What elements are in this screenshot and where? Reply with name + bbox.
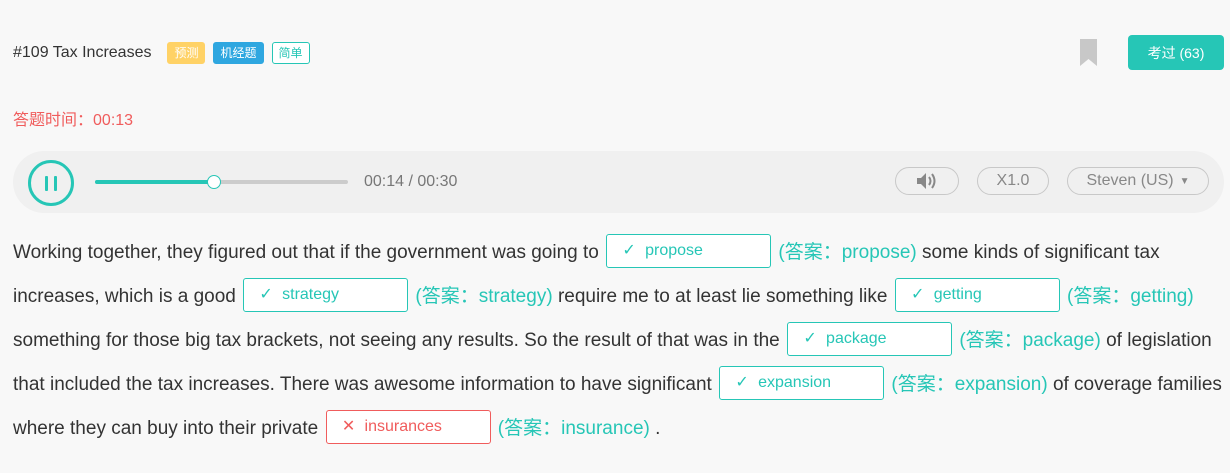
passage-end: . (655, 418, 661, 439)
answer-hint: (答案：getting) (1067, 286, 1194, 307)
answer-timer: 答题时间：00:13 (13, 106, 133, 130)
blank-input-1[interactable]: ✓ propose (606, 233, 772, 268)
answer-hint: (答案：insurance) (497, 418, 650, 439)
pause-icon (45, 175, 48, 191)
blank-input-4[interactable]: ✓ package (787, 321, 953, 356)
blank-input-3[interactable]: ✓ getting (894, 277, 1060, 312)
progress-fill (95, 180, 214, 184)
passage-segment: something for those big tax brackets, no… (13, 330, 780, 351)
audio-player: 00:14 / 00:30 X1.0 Steven (US) ▼ (13, 151, 1224, 213)
blank-value: insurances (364, 417, 442, 435)
passage-text: Working together, they figured out that … (13, 231, 1225, 451)
volume-icon (917, 173, 936, 189)
blank-value: getting (933, 285, 982, 303)
blank-value: expansion (758, 373, 832, 391)
cross-icon: ✕ (341, 417, 356, 435)
playback-time: 00:14 / 00:30 (364, 173, 458, 190)
tag-difficulty: 简单 (271, 42, 310, 64)
progress-thumb[interactable] (206, 175, 221, 189)
progress-track[interactable] (95, 175, 348, 189)
answer-hint: (答案：package) (959, 330, 1101, 351)
tag-predict: 预测 (167, 42, 206, 64)
passage-segment: require me to at least lie something lik… (557, 286, 888, 307)
pause-button[interactable] (28, 160, 74, 206)
bookmark-icon[interactable] (1080, 39, 1097, 66)
timer-value: 00:13 (93, 112, 134, 129)
blank-input-2[interactable]: ✓ strategy (243, 277, 409, 312)
blank-value: package (826, 329, 887, 347)
passage-segment: Working together, they figured out that … (13, 242, 599, 263)
voice-select[interactable]: Steven (US) ▼ (1067, 167, 1209, 195)
blank-input-5[interactable]: ✓ expansion (719, 365, 885, 400)
question-header: #109 Tax Increases 预测 机经题 简单 (13, 40, 318, 66)
answer-hint: (答案：strategy) (415, 286, 553, 307)
question-title: #109 Tax Increases (13, 44, 152, 61)
caret-down-icon: ▼ (1179, 175, 1190, 187)
check-icon: ✓ (259, 285, 273, 303)
voice-label: Steven (US) (1086, 172, 1174, 189)
tag-machine-question: 机经题 (213, 42, 264, 64)
blank-value: propose (645, 241, 703, 259)
answer-hint: (答案：propose) (778, 242, 917, 263)
check-icon: ✓ (735, 373, 749, 391)
blank-input-6[interactable]: ✕ insurances (325, 409, 491, 444)
exam-count-button[interactable]: 考过 (63) (1128, 35, 1224, 70)
volume-button[interactable] (895, 167, 959, 195)
answer-hint: (答案：expansion) (891, 374, 1048, 395)
check-icon: ✓ (911, 285, 925, 303)
timer-label: 答题时间： (13, 112, 94, 129)
check-icon: ✓ (803, 329, 817, 347)
speed-button[interactable]: X1.0 (977, 167, 1049, 195)
check-icon: ✓ (622, 241, 636, 259)
blank-value: strategy (282, 285, 340, 303)
